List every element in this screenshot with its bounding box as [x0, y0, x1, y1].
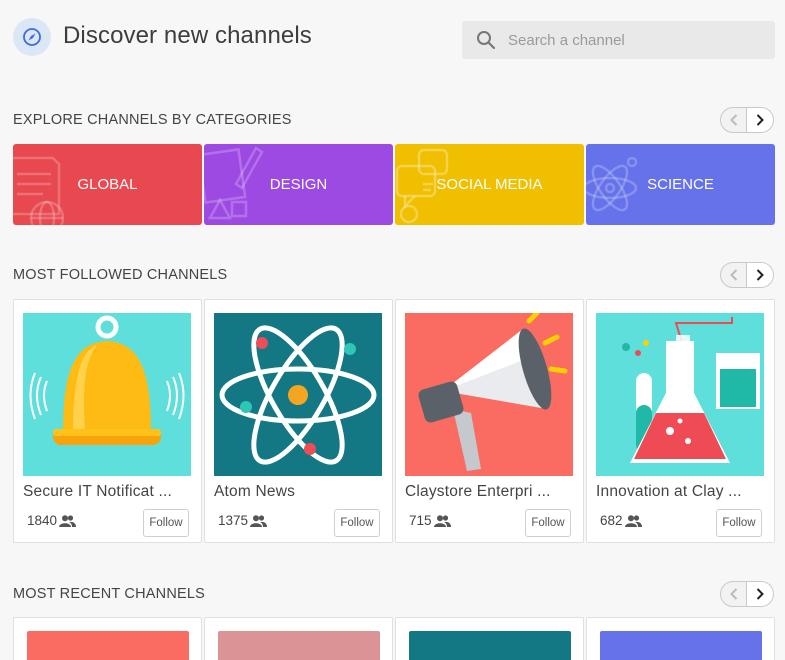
- recent-pager: [720, 581, 775, 607]
- channel-card[interactable]: Secure IT Notificat ... 1840 Follow: [13, 299, 202, 543]
- recent-channel-card[interactable]: [13, 617, 202, 660]
- follower-count: 1840: [27, 513, 77, 528]
- channel-thumbnail: [596, 313, 764, 476]
- follow-button[interactable]: Follow: [525, 509, 571, 537]
- atom-icon: [219, 325, 377, 465]
- recent-channel-card[interactable]: [204, 617, 393, 660]
- channel-thumbnail: [218, 631, 380, 660]
- category-label: GLOBAL: [77, 176, 138, 193]
- channel-name[interactable]: Innovation at Clay ...: [596, 483, 742, 501]
- category-global[interactable]: GLOBAL: [13, 144, 202, 225]
- users-icon: [624, 514, 642, 527]
- recent-section-title: MOST RECENT CHANNELS: [13, 586, 205, 602]
- recent-channel-card[interactable]: [586, 617, 775, 660]
- followed-section-title: MOST FOLLOWED CHANNELS: [13, 267, 228, 283]
- category-label: DESIGN: [269, 176, 328, 193]
- channel-card[interactable]: Innovation at Clay ... 682 Follow: [586, 299, 775, 543]
- follow-button[interactable]: Follow: [143, 509, 189, 537]
- channel-thumbnail: [600, 631, 762, 660]
- users-icon: [250, 514, 268, 527]
- channel-thumbnail: [409, 631, 571, 660]
- follower-count: 715: [409, 513, 451, 528]
- search-box[interactable]: [462, 21, 775, 59]
- category-design[interactable]: DESIGN: [204, 144, 393, 225]
- follow-button[interactable]: Follow: [716, 509, 762, 537]
- followed-prev-button[interactable]: [720, 262, 747, 288]
- categories-section-title: EXPLORE CHANNELS BY CATEGORIES: [13, 112, 292, 128]
- megaphone-icon: [418, 313, 568, 471]
- category-social-media[interactable]: SOCIAL MEDIA: [395, 144, 584, 225]
- search-input[interactable]: [508, 21, 763, 59]
- recent-next-button[interactable]: [747, 581, 774, 607]
- compass-icon: [13, 18, 51, 56]
- follower-count: 1375: [218, 513, 268, 528]
- categories-next-button[interactable]: [747, 107, 774, 133]
- categories-prev-button[interactable]: [720, 107, 747, 133]
- users-icon: [433, 514, 451, 527]
- page-title: Discover new channels: [63, 22, 312, 49]
- bell-icon: [29, 315, 185, 445]
- channel-thumbnail: [23, 313, 191, 476]
- channel-thumbnail: [214, 313, 382, 476]
- followed-pager: [720, 262, 775, 288]
- recent-channel-card[interactable]: [395, 617, 584, 660]
- category-label: SOCIAL MEDIA: [436, 176, 543, 193]
- page-header: Discover new channels: [0, 0, 785, 78]
- users-icon: [59, 514, 77, 527]
- channel-name[interactable]: Claystore Enterpri ...: [405, 483, 551, 501]
- channel-thumbnail: [405, 313, 573, 476]
- category-science[interactable]: SCIENCE: [586, 144, 775, 225]
- category-label: SCIENCE: [647, 176, 714, 193]
- follow-button[interactable]: Follow: [334, 509, 380, 537]
- channel-card[interactable]: Claystore Enterpri ... 715 Follow: [395, 299, 584, 543]
- channel-name[interactable]: Atom News: [214, 483, 295, 501]
- channel-card[interactable]: Atom News 1375 Follow: [204, 299, 393, 543]
- search-icon: [476, 30, 496, 55]
- channel-name[interactable]: Secure IT Notificat ...: [23, 483, 172, 501]
- recent-prev-button[interactable]: [720, 581, 747, 607]
- followed-next-button[interactable]: [747, 262, 774, 288]
- categories-pager: [720, 107, 775, 133]
- follower-count: 682: [600, 513, 642, 528]
- lab-flask-icon: [622, 317, 760, 463]
- channel-thumbnail: [27, 631, 189, 660]
